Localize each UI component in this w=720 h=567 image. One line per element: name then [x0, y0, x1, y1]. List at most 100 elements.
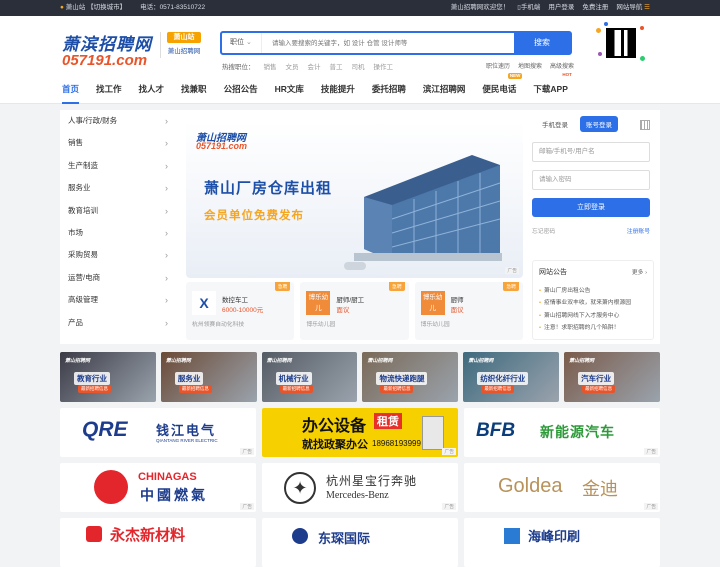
- announcement-item[interactable]: 注意！求职招聘的几个陷阱！: [539, 322, 631, 334]
- hero-banner[interactable]: 萧山招聘网 057191.com 萧山厂房仓库出租 会员单位免费发布 广告: [186, 121, 523, 278]
- current-city: 萧山站: [65, 4, 86, 11]
- industry-tile[interactable]: 萧山招聘网 物流快递跑腿 最新招聘信息: [362, 352, 459, 402]
- announcement-item[interactable]: 疫情事业双丰收，就来萧内根源园: [539, 297, 631, 309]
- nav-item[interactable]: 找人才: [139, 76, 165, 104]
- industry-tile[interactable]: 萧山招聘网 服务业 最新招聘信息: [160, 352, 257, 402]
- nav-item[interactable]: 委托招聘: [372, 76, 406, 104]
- urgent-tag: 急聘: [274, 282, 291, 291]
- job-company: 博乐幼儿园: [306, 322, 336, 328]
- hot-search-item[interactable]: 文员: [286, 61, 299, 71]
- nav-item[interactable]: 滨江招聘网: [423, 76, 466, 104]
- job-card[interactable]: 急聘 博乐幼儿 厨师/厨工 面议 博乐幼儿园: [300, 282, 409, 340]
- site-logo[interactable]: 萧滨招聘网 057191.com: [62, 30, 152, 69]
- category-item[interactable]: 运营/电商: [60, 267, 178, 290]
- dongchen-name: 东琛国际: [318, 531, 371, 546]
- industry-tile[interactable]: 萧山招聘网 纺织化纤行业 最新招聘信息: [463, 352, 560, 402]
- category-item[interactable]: 人事/行政/财务: [60, 110, 178, 133]
- hot-search-item[interactable]: 会计: [308, 61, 321, 71]
- tab-mobile-login[interactable]: 手机登录: [536, 116, 574, 132]
- job-title: 数控车工: [222, 297, 248, 304]
- hot-search-item[interactable]: 销售: [264, 61, 277, 71]
- nav-item[interactable]: HR文库: [275, 76, 304, 104]
- search-input[interactable]: [262, 33, 514, 53]
- nav-item[interactable]: 首页: [62, 76, 80, 104]
- brand-ad-haifeng[interactable]: 海峰印刷: [464, 518, 660, 567]
- forgot-password-link[interactable]: 忘记密码: [532, 226, 555, 235]
- industry-tile[interactable]: 萧山招聘网 机械行业 最新招聘信息: [261, 352, 358, 402]
- brand-ad-goldea[interactable]: Goldea 金迪 广告: [464, 463, 660, 512]
- qre-name: 钱江电气: [156, 423, 217, 438]
- more-label: 更多: [631, 270, 644, 276]
- industry-tile[interactable]: 萧山招聘网 汽车行业 最新招聘信息: [564, 352, 660, 402]
- service-phone: 电话：0571-83510722: [140, 4, 206, 11]
- brand-ad-dongchen[interactable]: 东琛国际: [262, 518, 458, 567]
- qr-scan-icon[interactable]: [640, 120, 650, 130]
- job-card[interactable]: 急聘 X 数控车工 6000-10000元 杭州领赛自动化科技: [186, 282, 295, 340]
- free-register-link[interactable]: 免费注册: [582, 0, 608, 16]
- nav-item[interactable]: 便民电话 NEW: [482, 73, 523, 104]
- mobile-link[interactable]: ▯手机端: [517, 0, 540, 16]
- brand-ad-mercedes[interactable]: ✦ 杭州星宝行奔驰 Mercedes-Benz 广告: [262, 463, 458, 512]
- announcement-item[interactable]: 萧山招聘网线下入才服务中心: [539, 310, 631, 322]
- nav-item[interactable]: 找兼职: [181, 76, 207, 104]
- category-item[interactable]: 产品: [60, 312, 178, 335]
- banner-title: 萧山厂房仓库出租: [204, 180, 333, 197]
- brand-ad-office-rental[interactable]: 办公设备 租赁 就找政聚办公 18968193999 广告: [262, 408, 458, 457]
- hot-search-item[interactable]: 普工: [330, 61, 343, 71]
- office-slogan: 就找政聚办公: [302, 439, 368, 451]
- username-field[interactable]: 邮箱/手机号/用户名: [532, 142, 650, 162]
- announcement-more-link[interactable]: 更多 ›: [632, 267, 647, 276]
- office-phone: 18968193999: [372, 439, 421, 448]
- nav-item[interactable]: 公招公告: [224, 76, 258, 104]
- brand-ad-chinagas[interactable]: CHINAGAS 中國燃氣 广告: [60, 463, 256, 512]
- tile-logo: 萧山招聘网: [468, 358, 494, 364]
- register-account-link[interactable]: 注册账号: [627, 226, 650, 235]
- category-item[interactable]: 高级管理: [60, 289, 178, 312]
- ad-tag: 广告: [442, 448, 456, 455]
- category-item[interactable]: 销售: [60, 132, 178, 155]
- nav-item[interactable]: 技能提升: [321, 76, 355, 104]
- category-item[interactable]: 生产制造: [60, 155, 178, 178]
- logo-domain: 057191.com: [62, 52, 148, 69]
- hot-search-item[interactable]: 操作工: [374, 61, 394, 71]
- search-category-select[interactable]: 职位 ⌄: [222, 33, 262, 53]
- category-item[interactable]: 市场: [60, 222, 178, 245]
- site-nav-link[interactable]: 网站导航 ☰: [616, 0, 650, 16]
- nav-item-label: 找工作: [96, 84, 122, 94]
- industry-tile[interactable]: 萧山招聘网 教育行业 最新招聘信息: [60, 352, 156, 402]
- quick-resume-link[interactable]: 职位速历: [486, 61, 510, 70]
- advanced-search-link[interactable]: 高级搜索: [550, 61, 574, 70]
- nav-item[interactable]: 下载APP HOT: [533, 72, 571, 104]
- tile-logo: 萧山招聘网: [367, 358, 393, 364]
- announcement-item[interactable]: 萧山厂房出租公告: [539, 285, 631, 297]
- tile-logo: 萧山招聘网: [165, 358, 191, 364]
- nav-item[interactable]: 找工作: [96, 76, 122, 104]
- haifeng-logo-icon: [504, 528, 520, 544]
- job-title: 厨师: [450, 297, 464, 304]
- category-list: 人事/行政/财务销售生产制造服务业教育培训市场采购贸易运营/电商高级管理产品: [60, 110, 178, 334]
- qre-english: QIANTANG RIVER ELECTRIC: [156, 438, 218, 443]
- job-card[interactable]: 急聘 博乐幼儿 厨师 面议 博乐幼儿园: [414, 282, 523, 340]
- category-item[interactable]: 教育培训: [60, 200, 178, 223]
- tab-account-login[interactable]: 账号登录: [580, 116, 618, 132]
- nav-item-label: 下载APP: [533, 84, 568, 94]
- search-button[interactable]: 搜索: [514, 33, 570, 53]
- carousel-indicator[interactable]: [344, 262, 366, 270]
- login-button[interactable]: 立即登录: [532, 198, 650, 217]
- bfb-name: 新能源汽车: [540, 424, 615, 440]
- nav-item-label: 找人才: [138, 84, 165, 94]
- brand-ad-qre[interactable]: QRE 钱江电气 QIANTANG RIVER ELECTRIC 广告: [60, 408, 256, 457]
- user-login-link[interactable]: 用户登录: [548, 0, 574, 16]
- category-item[interactable]: 服务业: [60, 177, 178, 200]
- banner-domain: 057191.com: [196, 141, 248, 151]
- warehouse-building-image: [354, 155, 502, 261]
- chinagas-name: 中國燃氣: [140, 487, 208, 503]
- category-item[interactable]: 采购贸易: [60, 244, 178, 267]
- brand-ad-bfb[interactable]: BFB 新能源汽车 广告: [464, 408, 660, 457]
- map-search-link[interactable]: 地图搜索: [518, 61, 542, 70]
- urgent-tag: 急聘: [389, 282, 405, 291]
- switch-city-link[interactable]: 【切换城市】: [87, 4, 126, 11]
- brand-ad-yongjie[interactable]: 永杰新材料: [60, 518, 256, 567]
- hot-search-item[interactable]: 司机: [352, 61, 365, 71]
- password-field[interactable]: 请输入密码: [532, 170, 650, 190]
